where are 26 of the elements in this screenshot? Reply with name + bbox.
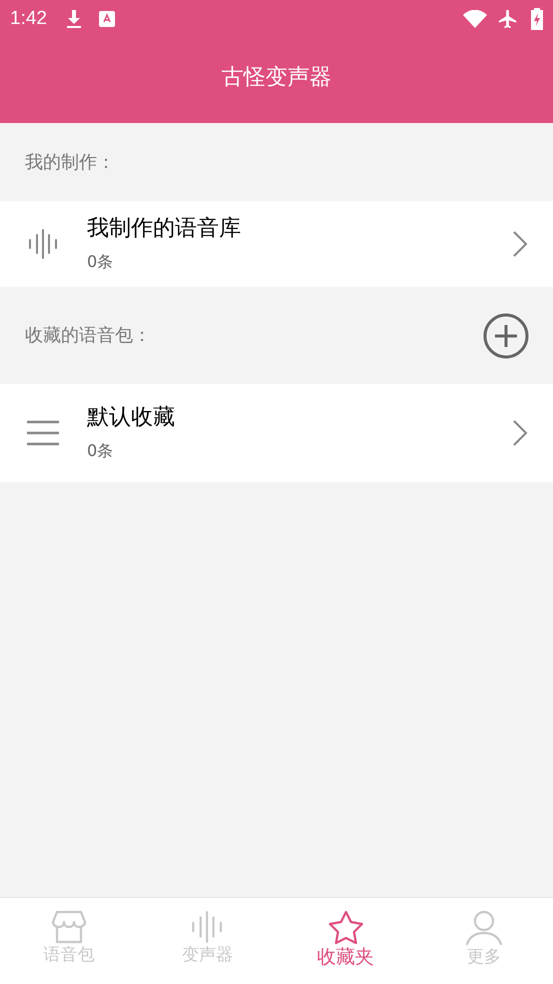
airplane-icon (497, 8, 519, 30)
nav-tab[interactable]: 收藏夹 (276, 898, 415, 984)
row-title: 默认收藏 (87, 404, 176, 432)
row-title: 我制作的语音库 (87, 215, 242, 243)
chevron-right-icon (512, 230, 528, 258)
person-icon (464, 910, 503, 946)
section-label: 我的制作： (25, 150, 116, 174)
app-title: 古怪变声器 (222, 64, 332, 92)
row-count: 0条 (87, 440, 114, 462)
row-count: 0条 (87, 251, 114, 273)
download-icon (64, 9, 83, 29)
status-time: 1:42 (10, 6, 47, 31)
add-icon (483, 312, 529, 358)
wifi-icon (463, 10, 487, 28)
store-icon (51, 910, 88, 944)
waveform-icon (27, 226, 59, 262)
waveform-icon (190, 910, 224, 944)
section-label: 收藏的语音包： (25, 324, 152, 348)
collection-row[interactable]: 默认收藏 0条 (0, 384, 553, 482)
chevron-right-icon (512, 419, 528, 447)
list-icon (26, 420, 60, 446)
collection-row[interactable]: 我制作的语音库 0条 (0, 201, 553, 287)
keyboard-icon (98, 11, 115, 27)
star-icon (326, 910, 365, 946)
battery-icon (531, 8, 543, 30)
add-button[interactable] (483, 312, 529, 358)
